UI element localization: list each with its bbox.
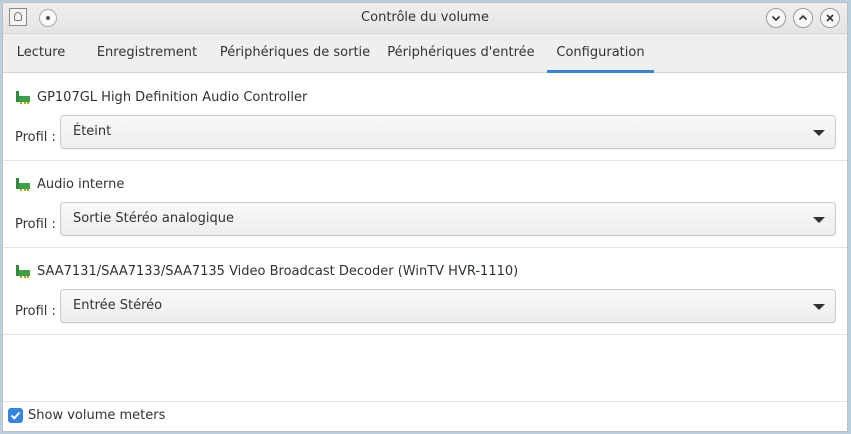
- window-title: Contrôle du volume: [361, 10, 489, 25]
- maximize-button[interactable]: [793, 8, 813, 28]
- card-name: SAA7131/SAA7133/SAA7135 Video Broadcast …: [37, 264, 519, 279]
- profile-select-value: Entrée Stéréo: [73, 298, 163, 313]
- show-volume-meters-checkbox[interactable]: [8, 408, 23, 423]
- profile-select-value: Éteint: [73, 124, 112, 139]
- sound-card-icon: [16, 91, 30, 104]
- sound-card-icon: [16, 265, 30, 278]
- minimize-button[interactable]: [766, 8, 786, 28]
- profile-label: Profil :: [15, 304, 56, 319]
- card-item: Audio interne Profil : Sortie Stéréo ana…: [3, 161, 847, 248]
- show-volume-meters-label[interactable]: Show volume meters: [28, 408, 165, 423]
- dropdown-arrow-icon: [813, 217, 825, 223]
- tab-configuration[interactable]: Configuration: [547, 34, 654, 73]
- chevron-down-icon: [771, 15, 781, 22]
- tab-peripheriques-sortie[interactable]: Périphériques de sortie: [215, 34, 375, 72]
- tab-enregistrement[interactable]: Enregistrement: [87, 34, 207, 72]
- tab-peripheriques-entree[interactable]: Périphériques d'entrée: [383, 34, 539, 72]
- title-bar[interactable]: Contrôle du volume: [3, 3, 847, 34]
- profile-select[interactable]: Éteint: [60, 115, 836, 149]
- tab-bar: Lecture Enregistrement Périphériques de …: [3, 34, 847, 73]
- card-item: GP107GL High Definition Audio Controller…: [3, 74, 847, 161]
- profile-label: Profil :: [15, 217, 56, 232]
- profile-select[interactable]: Entrée Stéréo: [60, 289, 836, 323]
- card-name: GP107GL High Definition Audio Controller: [37, 90, 308, 105]
- close-icon: [826, 14, 834, 22]
- card-item: SAA7131/SAA7133/SAA7135 Video Broadcast …: [3, 248, 847, 335]
- dropdown-arrow-icon: [813, 304, 825, 310]
- sound-card-icon: [16, 178, 30, 191]
- chevron-up-icon: [798, 14, 808, 21]
- card-name: Audio interne: [37, 177, 125, 192]
- tab-lecture[interactable]: Lecture: [11, 34, 71, 72]
- checkmark-icon: [10, 411, 21, 420]
- profile-label: Profil :: [15, 130, 56, 145]
- profile-select[interactable]: Sortie Stéréo analogique: [60, 202, 836, 236]
- dropdown-arrow-icon: [813, 130, 825, 136]
- footer-bar: Show volume meters: [3, 401, 847, 431]
- profile-select-value: Sortie Stéréo analogique: [73, 211, 234, 226]
- close-button[interactable]: [820, 8, 840, 28]
- volume-control-window: Contrôle du volume Lecture Enregistremen…: [2, 2, 848, 432]
